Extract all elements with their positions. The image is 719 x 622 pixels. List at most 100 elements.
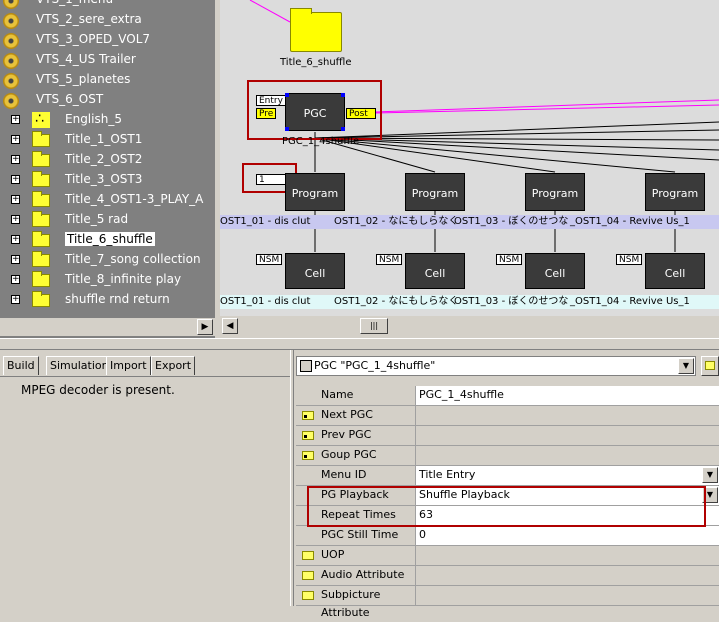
property-row[interactable]: Menu ID Title Entry ▼ xyxy=(296,466,719,486)
canvas-horizontal-scrollbar[interactable]: ◀ ||| xyxy=(220,316,719,336)
property-folder-icon[interactable] xyxy=(302,431,314,440)
property-name: Audio Attribute xyxy=(321,568,405,581)
title-folder-icon[interactable] xyxy=(290,12,342,52)
log-message: MPEG decoder is present. xyxy=(21,383,175,397)
tree-item[interactable]: VTS_6_OST xyxy=(0,90,215,110)
tree-item[interactable]: VTS_4_US Trailer xyxy=(0,50,215,70)
property-folder-icon[interactable] xyxy=(302,571,314,580)
pre-command-tag[interactable]: Pre xyxy=(256,108,277,119)
cell-node-2-label: Cell xyxy=(424,267,446,280)
tree-item[interactable]: + Title_6_shuffle xyxy=(0,230,215,250)
program-strip-item: OST1_03 - ぼくのせつな xyxy=(454,216,569,227)
tree-item[interactable]: + English_5 xyxy=(0,110,215,130)
cell-node-2[interactable]: Cell xyxy=(405,253,465,289)
property-value[interactable] xyxy=(416,586,719,605)
tree-horizontal-scrollbar[interactable]: ▶ xyxy=(0,318,215,336)
property-row[interactable]: Goup PGC xyxy=(296,446,719,466)
program-node-2[interactable]: Program xyxy=(405,173,465,211)
chevron-down-icon[interactable]: ▼ xyxy=(702,467,718,483)
expand-icon[interactable]: + xyxy=(11,175,20,184)
vertical-splitter[interactable] xyxy=(290,350,294,606)
nsm-tag-2[interactable]: NSM xyxy=(376,254,403,265)
tree-item[interactable]: + Title_4_OST1-3_PLAY_A xyxy=(0,190,215,210)
tree-item[interactable]: + Title_3_OST3 xyxy=(0,170,215,190)
post-command-tag[interactable]: Post xyxy=(346,108,376,119)
property-value[interactable] xyxy=(416,406,719,425)
property-value[interactable] xyxy=(416,546,719,565)
expand-icon[interactable]: + xyxy=(11,155,20,164)
tree-item[interactable]: VTS_5_planetes xyxy=(0,70,215,90)
property-row[interactable]: UOP xyxy=(296,546,719,566)
cell-node-3[interactable]: Cell xyxy=(525,253,585,289)
property-value[interactable]: 0 xyxy=(416,526,719,545)
expand-icon[interactable]: + xyxy=(11,295,20,304)
loop-count-box[interactable]: 1 xyxy=(256,174,288,185)
program-node-3[interactable]: Program xyxy=(525,173,585,211)
tree-item[interactable]: + Title_2_OST2 xyxy=(0,150,215,170)
tree-scroll-thumb[interactable] xyxy=(0,319,183,335)
tree-item[interactable]: VTS_1_menu xyxy=(0,0,215,10)
property-folder-icon[interactable] xyxy=(302,551,314,560)
horizontal-splitter[interactable] xyxy=(0,338,719,350)
scroll-left-icon[interactable]: ◀ xyxy=(222,318,238,334)
property-folder-icon[interactable] xyxy=(302,411,314,420)
entry-tag[interactable]: Entry xyxy=(256,95,286,106)
tab-simulation[interactable]: Simulation xyxy=(46,356,113,375)
program-node-1[interactable]: Program xyxy=(285,173,345,211)
expand-icon[interactable]: + xyxy=(11,215,20,224)
tab-export[interactable]: Export xyxy=(151,356,196,375)
nsm-tag-3[interactable]: NSM xyxy=(496,254,523,265)
tree-item[interactable]: + Title_5 rad xyxy=(0,210,215,230)
property-value[interactable] xyxy=(416,446,719,465)
expand-icon[interactable]: + xyxy=(11,275,20,284)
tree-item[interactable]: VTS_3_OPED_VOL7 xyxy=(0,30,215,50)
property-row[interactable]: Subpicture Attribute xyxy=(296,586,719,619)
tab-import[interactable]: Import xyxy=(106,356,151,375)
property-row[interactable]: Audio Attribute xyxy=(296,566,719,586)
expand-icon[interactable]: + xyxy=(11,255,20,264)
expand-icon[interactable]: + xyxy=(11,195,20,204)
handle-br[interactable] xyxy=(341,127,345,131)
project-tree[interactable]: VTS_1_menu VTS_2_sere_extra VTS_3_OPED_VOL… xyxy=(0,0,215,338)
chevron-down-icon[interactable]: ▼ xyxy=(678,358,694,374)
property-row[interactable]: Name PGC_1_4shuffle xyxy=(296,386,719,406)
language-icon xyxy=(32,111,50,128)
property-name-cell: Menu ID xyxy=(296,466,416,485)
tree-item[interactable]: VTS_2_sere_extra xyxy=(0,10,215,30)
cell-node-4[interactable]: Cell xyxy=(645,253,705,289)
pgc-graph-canvas[interactable]: Title_6_shuffle PGC Entry Pre Post PGC_1… xyxy=(220,0,719,316)
tree-item[interactable]: + shuffle rnd return xyxy=(0,290,215,310)
property-folder-icon[interactable] xyxy=(302,591,314,600)
nsm-tag-1[interactable]: NSM xyxy=(256,254,283,265)
handle-tr[interactable] xyxy=(341,93,345,97)
property-folder-icon[interactable] xyxy=(302,451,314,460)
property-up-button[interactable] xyxy=(701,356,719,376)
property-row[interactable]: PGC Still Time 0 xyxy=(296,526,719,546)
property-value[interactable]: Title Entry xyxy=(416,466,719,485)
canvas-scroll-thumb[interactable]: ||| xyxy=(360,318,388,334)
handle-bl[interactable] xyxy=(285,127,289,131)
tree-item[interactable]: + Title_7_song collection xyxy=(0,250,215,270)
nsm-tag-4[interactable]: NSM xyxy=(616,254,643,265)
program-node-4[interactable]: Program xyxy=(645,173,705,211)
property-row[interactable]: Next PGC xyxy=(296,406,719,426)
program-node-3-label: Program xyxy=(531,187,579,200)
tree-item-label: Title_4_OST1-3_PLAY_A xyxy=(65,192,204,206)
expand-icon[interactable]: + xyxy=(11,115,20,124)
property-row[interactable]: Prev PGC xyxy=(296,426,719,446)
property-selector-value: PGC "PGC_1_4shuffle" xyxy=(314,359,436,372)
tree-item-label: Title_2_OST2 xyxy=(65,152,143,166)
property-value[interactable] xyxy=(416,566,719,585)
property-object-selector[interactable]: PGC "PGC_1_4shuffle" ▼ xyxy=(296,356,696,376)
tree-item[interactable]: + Title_8_infinite play xyxy=(0,270,215,290)
property-value[interactable]: PGC_1_4shuffle xyxy=(416,386,719,405)
expand-icon[interactable]: + xyxy=(11,235,20,244)
expand-icon[interactable]: + xyxy=(11,135,20,144)
cell-node-1[interactable]: Cell xyxy=(285,253,345,289)
handle-tl[interactable] xyxy=(285,93,289,97)
pgc-node[interactable]: PGC xyxy=(285,93,345,131)
tab-build[interactable]: Build xyxy=(3,356,39,375)
tree-item[interactable]: + Title_1_OST1 xyxy=(0,130,215,150)
property-value[interactable] xyxy=(416,426,719,445)
scroll-right-icon[interactable]: ▶ xyxy=(197,319,213,335)
